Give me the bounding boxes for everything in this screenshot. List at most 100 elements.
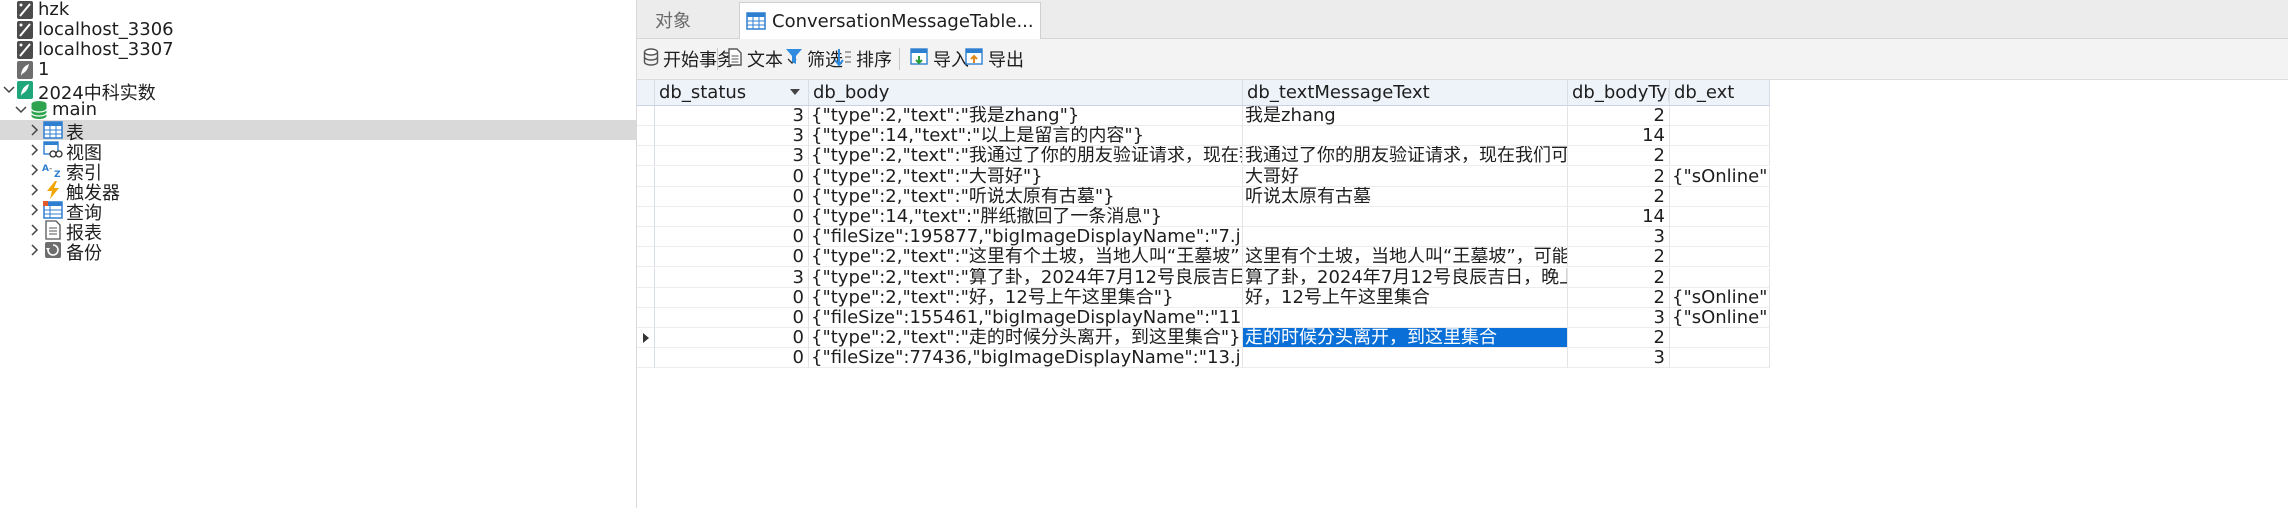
- cell-db-body[interactable]: {"type":2,"text":"这里有个土坡，当地人叫“王墓坡”，可能有古董…: [809, 247, 1243, 268]
- cell-db-body[interactable]: {"type":2,"text":"我是zhang"}: [809, 106, 1243, 126]
- tree-item-node-7[interactable]: 视图: [0, 140, 636, 164]
- row-header[interactable]: [637, 308, 655, 328]
- table-row[interactable]: 3 {"type":2,"text":"我是zhang"} 我是zhang 2: [637, 106, 2288, 126]
- row-header[interactable]: [637, 328, 655, 349]
- table-row[interactable]: 0 {"type":2,"text":"听说太原有古墓"} 听说太原有古墓 2: [637, 186, 2288, 207]
- import-button[interactable]: 导入: [909, 46, 969, 72]
- cell-db-body-type[interactable]: 2: [1568, 287, 1670, 308]
- tree-item-localhost_3307[interactable]: localhost_3307: [0, 39, 636, 60]
- cell-db-status[interactable]: 0: [655, 247, 809, 268]
- chevron-right-icon[interactable]: [28, 183, 42, 197]
- column-header-db-body-type[interactable]: db_bodyType: [1568, 80, 1670, 106]
- begin-transaction-button[interactable]: 开始事务: [643, 46, 735, 72]
- cell-db-ext[interactable]: [1670, 207, 1770, 227]
- row-header[interactable]: [637, 166, 655, 187]
- tree-item-2024[interactable]: 2024中科实数: [0, 80, 636, 104]
- cell-db-text-message-text[interactable]: [1243, 126, 1568, 147]
- cell-db-status[interactable]: 3: [655, 106, 809, 126]
- row-header[interactable]: [637, 227, 655, 248]
- cell-db-body-type[interactable]: 3: [1568, 227, 1670, 248]
- cell-db-body-type[interactable]: 2: [1568, 186, 1670, 207]
- row-header[interactable]: [637, 267, 655, 288]
- cell-db-body[interactable]: {"type":2,"text":"好，12号上午这里集合"}: [809, 287, 1243, 308]
- cell-db-text-message-text[interactable]: 走的时候分头离开，到这里集合: [1243, 328, 1568, 349]
- row-header[interactable]: [637, 106, 655, 126]
- tree-item-node-6[interactable]: 表: [0, 120, 636, 144]
- tree-item-localhost_3306[interactable]: localhost_3306: [0, 19, 636, 40]
- cell-db-text-message-text[interactable]: 听说太原有古墓: [1243, 186, 1568, 207]
- cell-db-ext[interactable]: [1670, 126, 1770, 147]
- chevron-right-icon[interactable]: [28, 163, 42, 177]
- chevron-right-icon[interactable]: [28, 123, 42, 137]
- cell-db-text-message-text[interactable]: [1243, 227, 1568, 248]
- table-row[interactable]: 0{"type":2,"text":"这里有个土坡，当地人叫“王墓坡”，可能有古…: [637, 247, 2288, 268]
- tree-item-1[interactable]: 1: [0, 59, 636, 80]
- table-row[interactable]: 0 {"type":2,"text":"好，12号上午这里集合"} 好，12号上午这…: [637, 287, 2288, 308]
- tree-item-node-11[interactable]: 报表: [0, 220, 636, 244]
- cell-db-body-type[interactable]: 2: [1568, 106, 1670, 126]
- cell-db-body-type[interactable]: 14: [1568, 207, 1670, 227]
- cell-db-status[interactable]: 0: [655, 227, 809, 248]
- table-row[interactable]: 0 {"fileSize":195877,"bigImageDisplayName…: [637, 227, 2288, 248]
- cell-db-status[interactable]: 0: [655, 348, 809, 369]
- row-header[interactable]: [637, 287, 655, 308]
- tree-item-main[interactable]: main: [0, 99, 636, 120]
- cell-db-body-type[interactable]: 2: [1568, 328, 1670, 349]
- tab-objects[interactable]: 对象: [655, 2, 725, 38]
- sort-button[interactable]: 排序: [834, 46, 892, 72]
- cell-db-body-type[interactable]: 14: [1568, 126, 1670, 147]
- cell-db-text-message-text[interactable]: 我通过了你的朋友验证请求，现在我们可以开始聊天了: [1243, 146, 1568, 167]
- cell-db-body[interactable]: {"type":2,"text":"算了卦，2024年7月12号良辰吉日，晚上宜…: [809, 267, 1243, 288]
- cell-db-body[interactable]: {"fileSize":195877,"bigImageDisplayName"…: [809, 227, 1243, 248]
- cell-db-status[interactable]: 3: [655, 146, 809, 167]
- cell-db-body[interactable]: {"type":14,"text":"胖纸撤回了一条消息"}: [809, 207, 1243, 227]
- cell-db-body[interactable]: {"type":2,"text":"听说太原有古墓"}: [809, 186, 1243, 207]
- cell-db-status[interactable]: 0: [655, 287, 809, 308]
- column-header-db-body[interactable]: db_body: [809, 80, 1243, 106]
- row-header[interactable]: [637, 126, 655, 147]
- cell-db-body-type[interactable]: 2: [1568, 247, 1670, 268]
- cell-db-status[interactable]: 0: [655, 328, 809, 349]
- cell-db-body-type[interactable]: 2: [1568, 146, 1670, 167]
- cell-db-body[interactable]: {"type":2,"text":"大哥好"}: [809, 166, 1243, 187]
- cell-db-ext[interactable]: {"sOnline":"1"}: [1670, 166, 1770, 187]
- chevron-right-icon[interactable]: [28, 143, 42, 157]
- cell-db-body-type[interactable]: 3: [1568, 308, 1670, 328]
- cell-db-ext[interactable]: [1670, 247, 1770, 268]
- cell-db-ext[interactable]: [1670, 186, 1770, 207]
- cell-db-ext[interactable]: [1670, 267, 1770, 288]
- cell-db-text-message-text[interactable]: 这里有个土坡，当地人叫“王墓坡”，可能有古董: [1243, 247, 1568, 268]
- cell-db-status[interactable]: 3: [655, 267, 809, 288]
- table-row[interactable]: 3 {"type":14,"text":"以上是留言的内容"} 14: [637, 126, 2288, 147]
- cell-db-ext[interactable]: [1670, 227, 1770, 248]
- chevron-right-icon[interactable]: [28, 203, 42, 217]
- cell-db-status[interactable]: 0: [655, 186, 809, 207]
- table-row[interactable]: 0 {"fileSize":77436,"bigImageDisplayName"…: [637, 348, 2288, 369]
- cell-db-text-message-text[interactable]: [1243, 308, 1568, 328]
- cell-db-ext[interactable]: [1670, 146, 1770, 167]
- column-header-db-status[interactable]: db_status: [655, 80, 809, 106]
- table-row[interactable]: 0 {"type":2,"text":"走的时候分头离开，到这里集合"} 走的时候分…: [637, 328, 2288, 349]
- chevron-down-icon[interactable]: [14, 103, 28, 117]
- row-header[interactable]: [637, 247, 655, 268]
- tree-item-node-8[interactable]: A - Z 索引: [0, 160, 636, 184]
- tree-item-node-12[interactable]: 备份: [0, 240, 636, 264]
- cell-db-ext[interactable]: {"sOnline":"1"}: [1670, 287, 1770, 308]
- tree-item-node-10[interactable]: 查询: [0, 200, 636, 224]
- row-header[interactable]: [637, 207, 655, 227]
- chevron-right-icon[interactable]: [28, 243, 42, 257]
- cell-db-text-message-text[interactable]: 大哥好: [1243, 166, 1568, 187]
- tree-item-hzk[interactable]: hzk: [0, 0, 636, 20]
- cell-db-text-message-text[interactable]: [1243, 348, 1568, 369]
- cell-db-status[interactable]: 0: [655, 166, 809, 187]
- table-row[interactable]: 0 {"type":14,"text":"胖纸撤回了一条消息"} 14: [637, 207, 2288, 227]
- cell-db-body-type[interactable]: 3: [1568, 348, 1670, 369]
- cell-db-text-message-text[interactable]: [1243, 207, 1568, 227]
- cell-db-body[interactable]: {"type":2,"text":"走的时候分头离开，到这里集合"}: [809, 328, 1243, 349]
- column-header-db-ext[interactable]: db_ext: [1670, 80, 1770, 106]
- row-header[interactable]: [637, 146, 655, 167]
- tree-item-node-9[interactable]: 触发器: [0, 180, 636, 204]
- cell-db-status[interactable]: 0: [655, 308, 809, 328]
- cell-db-ext[interactable]: [1670, 348, 1770, 369]
- cell-db-body[interactable]: {"fileSize":155461,"bigImageDisplayName"…: [809, 308, 1243, 328]
